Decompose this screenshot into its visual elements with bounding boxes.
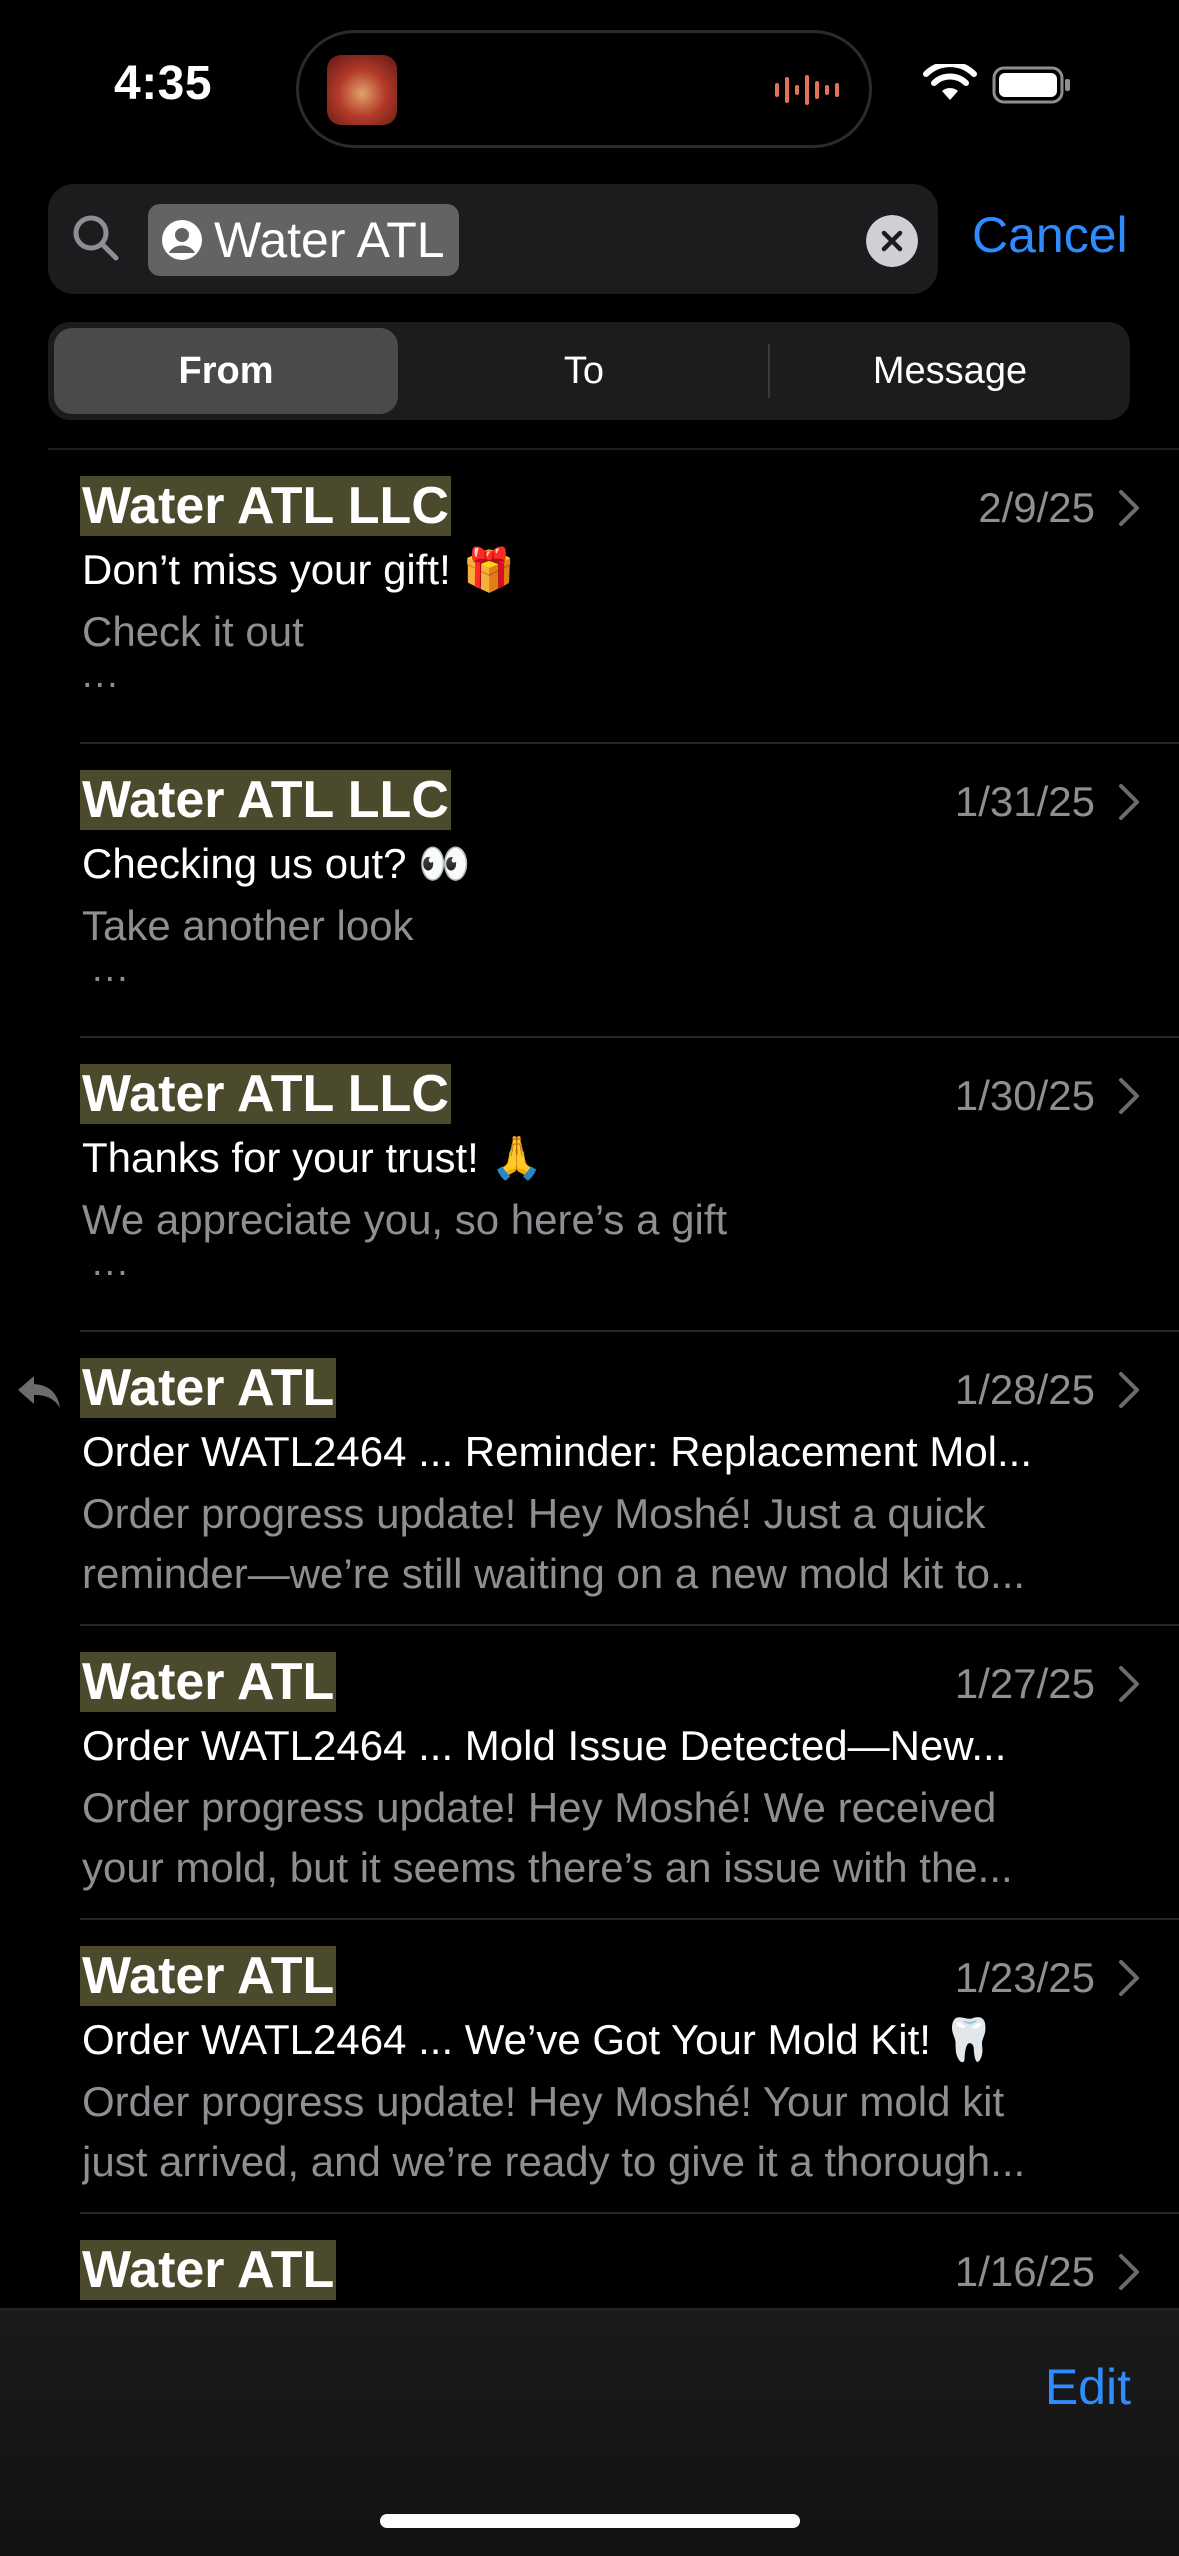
- scope-tab-from[interactable]: From: [54, 328, 398, 414]
- search-token[interactable]: Water ATL: [148, 204, 459, 276]
- message-preview-line-2: reminder—we’re still waiting on a new mo…: [82, 1550, 1026, 1597]
- sender-name: Water ATL LLC: [80, 1064, 451, 1124]
- mail-search-screen: 4:35 Water ATL Cancel From To Message Wa…: [0, 0, 1179, 2556]
- sender-name: Water ATL LLC: [80, 476, 451, 536]
- message-row[interactable]: Water ATL 1/23/25 Order WATL2464 ... We’…: [0, 1920, 1179, 2214]
- search-icon: [73, 215, 119, 261]
- message-preview-ellipsis: ...: [92, 1242, 130, 1284]
- chevron-right-icon: [1119, 1666, 1139, 1702]
- message-row[interactable]: Water ATL 1/27/25 Order WATL2464 ... Mol…: [0, 1626, 1179, 1920]
- chevron-right-icon: [1119, 1960, 1139, 1996]
- message-date: 1/31/25: [954, 778, 1095, 825]
- scope-tab-to[interactable]: To: [408, 328, 760, 414]
- sender-name: Water ATL LLC: [80, 770, 451, 830]
- person-circle-icon: [162, 220, 202, 260]
- search-token-label: Water ATL: [214, 212, 445, 268]
- message-date: 1/16/25: [954, 2248, 1095, 2295]
- chevron-right-icon: [1119, 1078, 1139, 1114]
- message-preview: Order progress update! Hey Moshé! Just a…: [82, 1490, 986, 1537]
- message-preview: We appreciate you, so here’s a gift: [82, 1196, 728, 1243]
- sender-name: Water ATL: [80, 1946, 337, 2006]
- cancel-button[interactable]: Cancel: [972, 206, 1128, 264]
- message-row[interactable]: Water ATL 1/16/25: [0, 2214, 1179, 2308]
- message-subject: Checking us out? 👀: [82, 840, 471, 887]
- message-date: 2/9/25: [978, 484, 1095, 531]
- status-time: 4:35: [114, 57, 213, 110]
- clear-search-icon[interactable]: [866, 215, 918, 267]
- search-field[interactable]: Water ATL: [48, 184, 938, 294]
- message-subject: Don’t miss your gift! 🎁: [82, 546, 515, 593]
- message-subject: Order WATL2464 ... We’ve Got Your Mold K…: [82, 2016, 995, 2063]
- audio-waveform-icon: [775, 75, 839, 105]
- message-preview-line-2: your mold, but it seems there’s an issue…: [82, 1844, 1013, 1891]
- chevron-right-icon: [1119, 490, 1139, 526]
- message-preview: Order progress update! Hey Moshé! Your m…: [82, 2078, 1005, 2125]
- home-indicator[interactable]: [380, 2514, 800, 2528]
- message-date: 1/30/25: [954, 1072, 1095, 1119]
- chevron-right-icon: [1119, 784, 1139, 820]
- message-date: 1/23/25: [954, 1954, 1095, 2001]
- battery-icon: [992, 66, 1070, 104]
- scope-tab-message[interactable]: Message: [776, 328, 1124, 414]
- chevron-right-icon: [1119, 2254, 1139, 2290]
- message-list[interactable]: Water ATL LLC 2/9/25 Don’t miss your gif…: [0, 448, 1179, 2308]
- message-preview: Order progress update! Hey Moshé! We rec…: [82, 1784, 997, 1831]
- segment-divider: [768, 344, 770, 398]
- message-row[interactable]: Water ATL LLC 1/31/25 Checking us out? 👀…: [0, 744, 1179, 1038]
- replied-icon: [18, 1376, 60, 1408]
- message-subject: Order WATL2464 ... Mold Issue Detected—N…: [82, 1722, 1007, 1769]
- message-preview-ellipsis: ...: [92, 948, 130, 990]
- message-date: 1/27/25: [954, 1660, 1095, 1707]
- status-bar: 4:35: [0, 0, 1179, 170]
- search-scope-control: From To Message: [48, 322, 1130, 420]
- message-row[interactable]: Water ATL LLC 2/9/25 Don’t miss your gif…: [0, 450, 1179, 744]
- message-subject: Order WATL2464 ... Reminder: Replacement…: [82, 1428, 1033, 1475]
- sender-name: Water ATL: [80, 1652, 337, 1712]
- message-row[interactable]: Water ATL 1/28/25 Order WATL2464 ... Rem…: [0, 1332, 1179, 1626]
- message-preview: Check it out: [82, 608, 304, 655]
- dynamic-island[interactable]: [296, 30, 872, 148]
- chevron-right-icon: [1119, 1372, 1139, 1408]
- wifi-icon: [923, 64, 977, 100]
- message-preview: Take another look: [82, 902, 414, 949]
- sender-name: Water ATL: [80, 1358, 337, 1418]
- sender-name: Water ATL: [80, 2240, 337, 2300]
- message-preview-line-2: just arrived, and we’re ready to give it…: [82, 2138, 1026, 2185]
- edit-button[interactable]: Edit: [1045, 2358, 1131, 2416]
- message-preview-ellipsis: ...: [82, 654, 120, 696]
- now-playing-artwork: [327, 55, 397, 125]
- message-row[interactable]: Water ATL LLC 1/30/25 Thanks for your tr…: [0, 1038, 1179, 1332]
- message-subject: Thanks for your trust! 🙏: [82, 1134, 543, 1181]
- message-date: 1/28/25: [954, 1366, 1095, 1413]
